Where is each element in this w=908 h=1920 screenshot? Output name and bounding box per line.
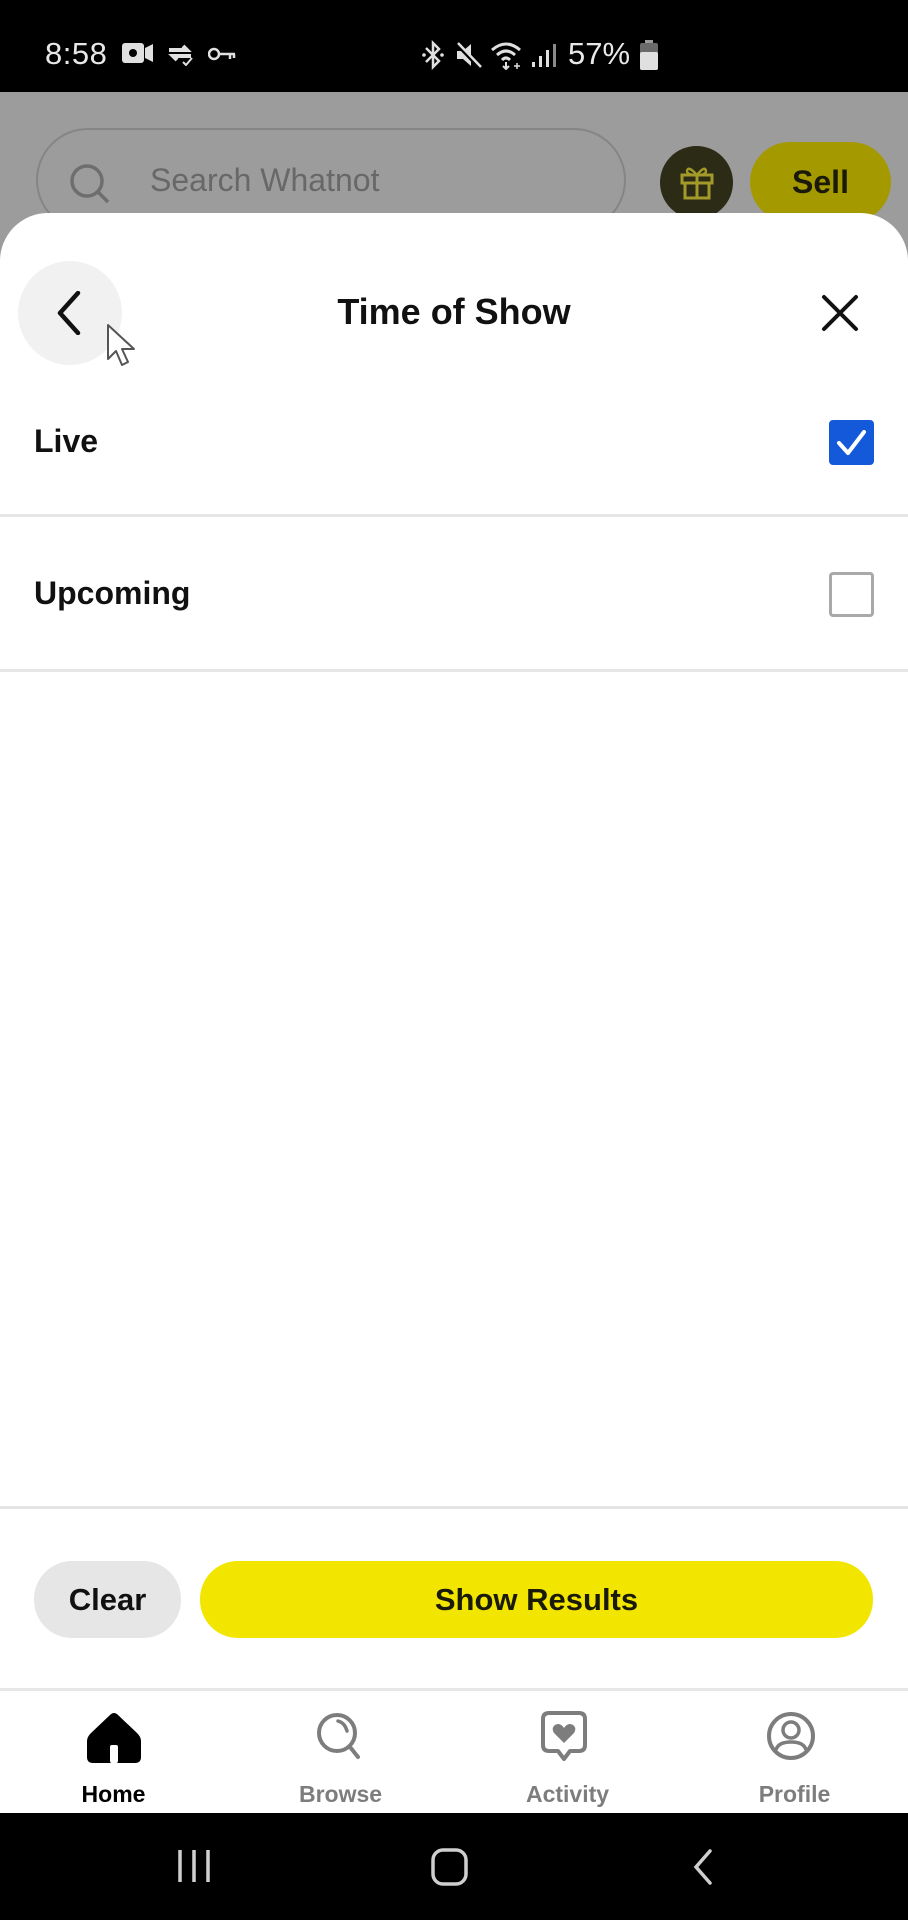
battery-icon bbox=[640, 40, 658, 70]
activity-heart-icon bbox=[541, 1711, 587, 1761]
option-row-live[interactable]: Live bbox=[0, 365, 908, 517]
browse-search-icon bbox=[317, 1713, 360, 1759]
home-circle-icon[interactable] bbox=[430, 1847, 470, 1887]
signal-icon bbox=[532, 44, 556, 67]
video-record-icon bbox=[122, 43, 153, 63]
nav-item-home[interactable]: Home bbox=[0, 1691, 227, 1813]
search-placeholder: Search Whatnot bbox=[150, 162, 380, 198]
sheet-header: Time of Show bbox=[0, 253, 908, 373]
close-icon[interactable] bbox=[818, 291, 862, 335]
vpn-sync-icon bbox=[168, 44, 193, 66]
nav-item-browse[interactable]: Browse bbox=[227, 1691, 454, 1813]
sell-button[interactable]: Sell bbox=[750, 142, 891, 222]
wifi-icon bbox=[491, 42, 521, 70]
bluetooth-icon bbox=[422, 40, 444, 70]
clear-button[interactable]: Clear bbox=[34, 1561, 181, 1638]
mute-icon bbox=[454, 41, 482, 70]
sheet-title: Time of Show bbox=[337, 291, 571, 332]
status-time: 8:58 bbox=[45, 36, 108, 71]
sheet-footer: Clear Show Results bbox=[0, 1506, 908, 1688]
nav-label: Profile bbox=[758, 1781, 831, 1807]
back-icon[interactable] bbox=[690, 1848, 718, 1886]
option-row-upcoming[interactable]: Upcoming bbox=[0, 520, 908, 672]
key-icon bbox=[208, 47, 236, 61]
gift-button[interactable] bbox=[660, 146, 733, 219]
nav-item-activity[interactable]: Activity bbox=[454, 1691, 681, 1813]
nav-label: Home bbox=[81, 1781, 146, 1807]
home-icon bbox=[87, 1713, 141, 1763]
nav-label: Browse bbox=[298, 1781, 383, 1807]
filter-sheet: Time of Show Live Upcoming Clear Show Re… bbox=[0, 213, 908, 1813]
battery-percent: 57% bbox=[568, 36, 631, 71]
system-nav-bar bbox=[0, 1813, 908, 1920]
status-bar: 8:58 57% bbox=[0, 0, 908, 92]
show-results-button[interactable]: Show Results bbox=[200, 1561, 873, 1638]
search-icon bbox=[70, 164, 110, 204]
recents-icon[interactable] bbox=[176, 1848, 212, 1884]
checkbox-upcoming[interactable] bbox=[829, 572, 874, 617]
profile-icon bbox=[767, 1712, 815, 1760]
nav-label: Activity bbox=[525, 1781, 610, 1807]
option-label: Upcoming bbox=[34, 575, 191, 611]
gift-icon bbox=[680, 167, 714, 200]
checkbox-live[interactable] bbox=[829, 420, 874, 465]
nav-item-profile[interactable]: Profile bbox=[681, 1691, 908, 1813]
option-label: Live bbox=[34, 423, 99, 459]
checkmark-icon bbox=[837, 430, 866, 455]
bottom-nav: Home Browse Activity Profile bbox=[0, 1688, 908, 1813]
